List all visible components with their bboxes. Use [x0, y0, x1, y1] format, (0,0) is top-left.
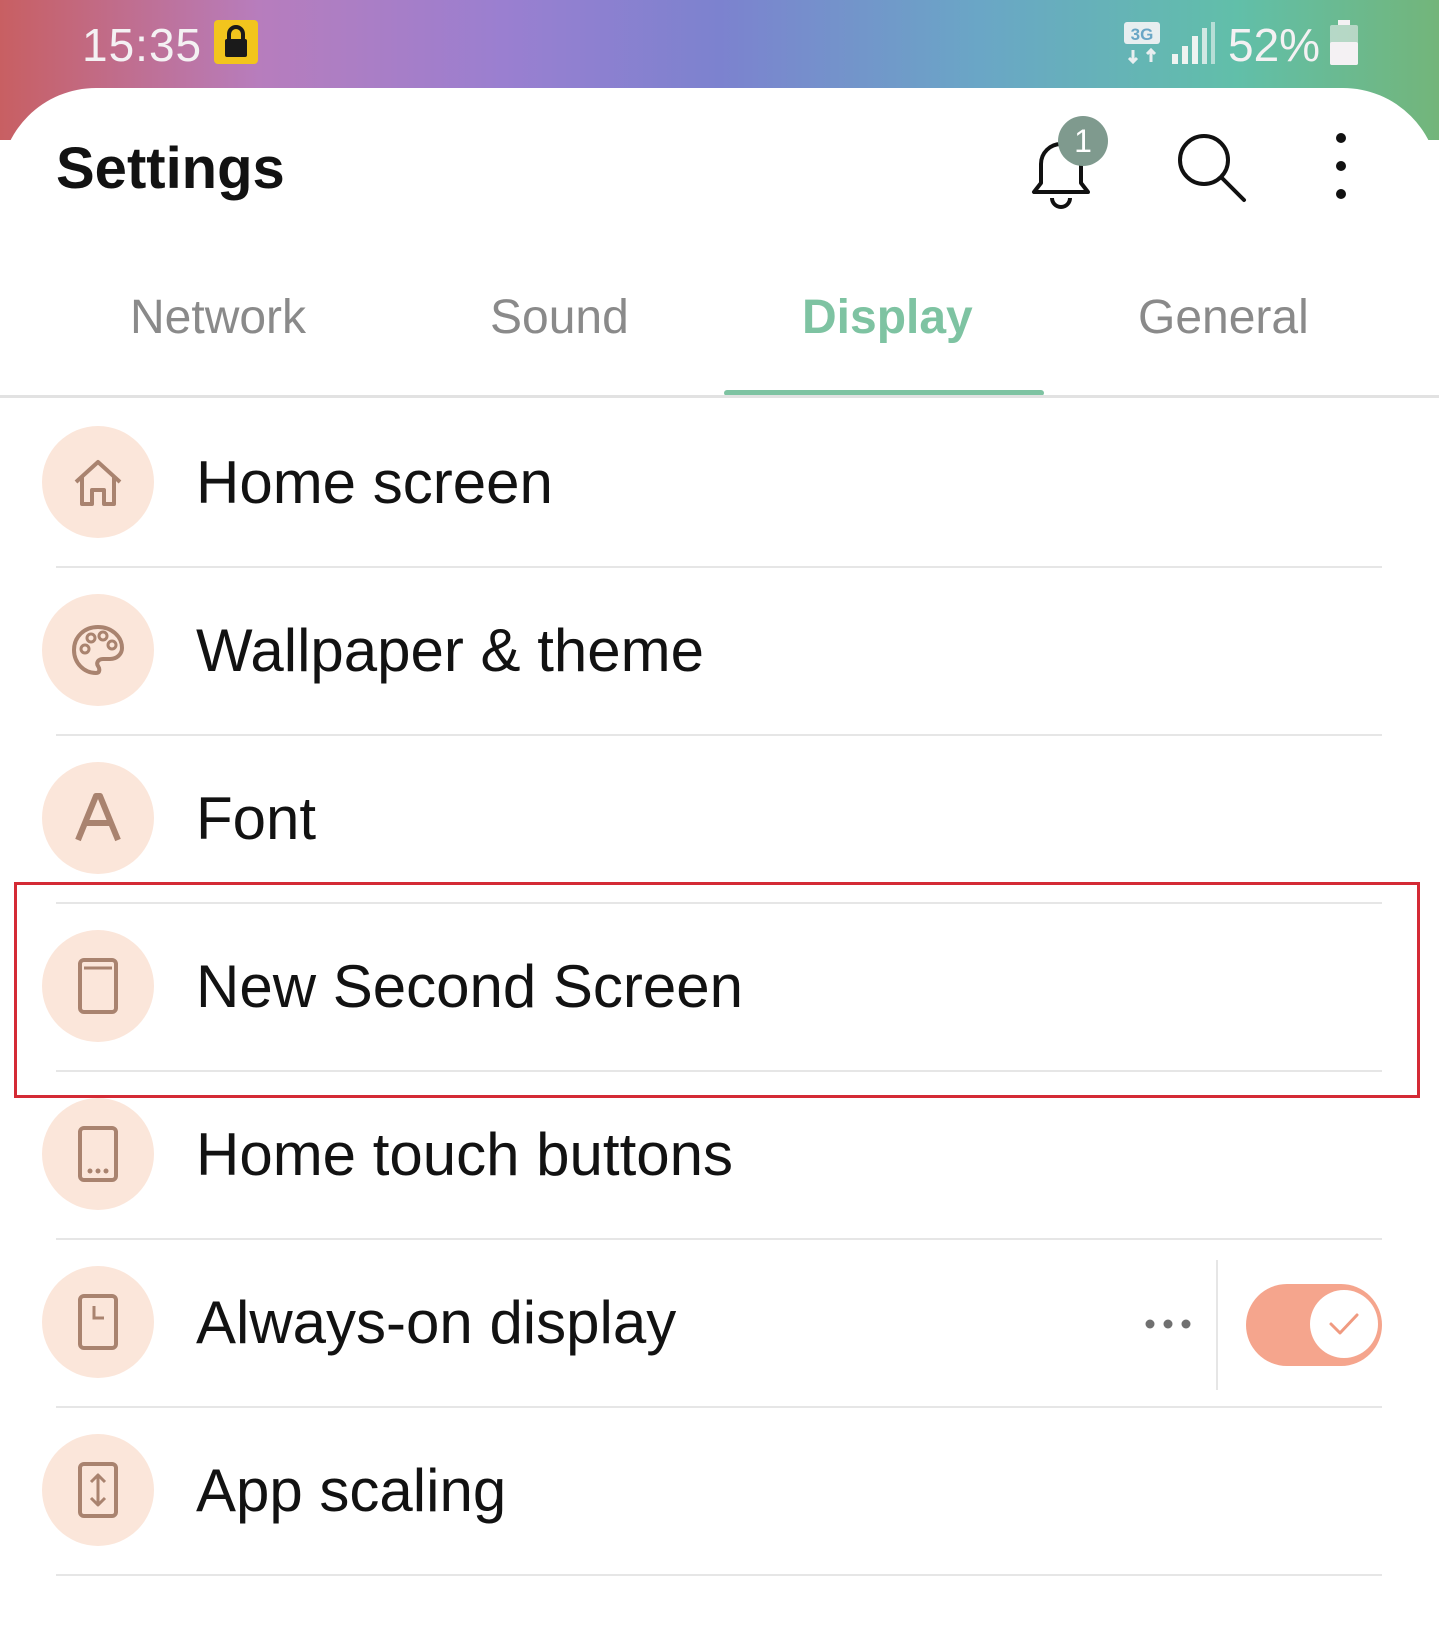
- tab-sound[interactable]: Sound: [490, 290, 629, 345]
- list-item-label: Home screen: [196, 449, 553, 516]
- list-item-label: Always-on display: [196, 1289, 677, 1356]
- tab-bar: Network Sound Display General: [0, 262, 1439, 396]
- list-item-label: Font: [196, 785, 317, 852]
- home-icon: [42, 426, 154, 538]
- search-icon[interactable]: [1174, 130, 1248, 204]
- palette-icon: [42, 594, 154, 706]
- list-item-always-on-display[interactable]: Always-on display: [0, 1240, 1439, 1408]
- tab-display[interactable]: Display: [802, 290, 973, 345]
- list-item-font[interactable]: Font: [0, 736, 1439, 904]
- page-title: Settings: [56, 136, 285, 201]
- highlight-box: [14, 882, 1420, 1098]
- more-vert-icon[interactable]: [1326, 130, 1356, 204]
- list-item-label: Home touch buttons: [196, 1121, 733, 1188]
- phone-clock-icon: [42, 1266, 154, 1378]
- toggle-knob: [1310, 1290, 1378, 1358]
- list-item-label: App scaling: [196, 1457, 507, 1524]
- vertical-divider: [1216, 1260, 1218, 1390]
- lock-icon: [214, 20, 258, 64]
- battery-level: 52%: [1228, 19, 1321, 71]
- battery-icon: [1330, 20, 1358, 65]
- check-icon: [1329, 1313, 1359, 1335]
- list-item-label: Wallpaper & theme: [196, 617, 705, 684]
- network-type: 3G: [1131, 25, 1154, 44]
- phone-buttons-icon: [42, 1098, 154, 1210]
- list-item-home-screen[interactable]: Home screen: [0, 400, 1439, 568]
- tab-network[interactable]: Network: [130, 290, 306, 345]
- always-on-display-toggle[interactable]: [1246, 1284, 1382, 1366]
- status-time: 15:35: [82, 19, 203, 71]
- notification-badge: 1: [1058, 116, 1108, 166]
- font-icon: [42, 762, 154, 874]
- signal-icon: [1172, 22, 1215, 64]
- divider: [56, 1574, 1382, 1576]
- tabs-divider: [0, 395, 1439, 398]
- list-item-wallpaper-theme[interactable]: Wallpaper & theme: [0, 568, 1439, 736]
- app-scaling-icon: [42, 1434, 154, 1546]
- more-horiz-icon[interactable]: [1142, 1304, 1194, 1344]
- list-item-app-scaling[interactable]: App scaling: [0, 1408, 1439, 1576]
- data-transfer-icon: 3G: [1124, 22, 1160, 65]
- tab-general[interactable]: General: [1138, 290, 1309, 345]
